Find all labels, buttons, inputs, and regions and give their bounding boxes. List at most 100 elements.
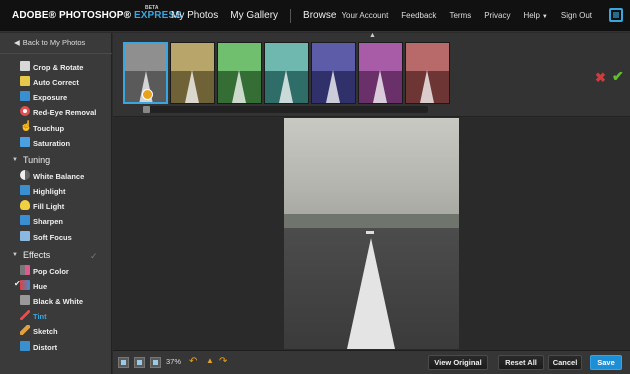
- reset-all-button[interactable]: Reset All: [498, 355, 544, 370]
- tool-label: Red-Eye Removal: [33, 107, 97, 117]
- tool-distort[interactable]: Distort: [20, 341, 58, 353]
- tint-icon: [20, 310, 30, 320]
- photo-sky: [284, 118, 459, 218]
- nav-privacy[interactable]: Privacy: [484, 11, 510, 20]
- tool-soft-focus[interactable]: Soft Focus: [20, 231, 72, 243]
- thumb-sky: [218, 43, 261, 71]
- thumb-sky: [171, 43, 214, 71]
- undo-icon[interactable]: ↶: [189, 356, 197, 367]
- tool-white-balance[interactable]: White Balance: [20, 170, 85, 182]
- brand-name: ADOBE® PHOTOSHOP®: [12, 10, 132, 21]
- account-nav: Your Account Feedback Terms Privacy Help…: [341, 11, 592, 20]
- eye-icon: [20, 106, 30, 116]
- filmstrip-scrollbar[interactable]: [143, 106, 428, 113]
- selected-badge-icon: [142, 89, 153, 100]
- tool-label: Pop Color: [33, 266, 69, 276]
- tool-sharpen[interactable]: Sharpen: [20, 215, 64, 227]
- save-button[interactable]: Save: [590, 355, 622, 370]
- variation-thumbnail[interactable]: [311, 42, 356, 104]
- zoom-actual-icon[interactable]: [134, 357, 145, 368]
- tool-auto-correct[interactable]: Auto Correct: [20, 76, 79, 88]
- triangle-up-icon[interactable]: ▲: [206, 356, 214, 365]
- nav-terms[interactable]: Terms: [449, 11, 471, 20]
- nav-help[interactable]: Help ▼: [523, 11, 547, 20]
- thumb-stripe: [420, 70, 434, 103]
- variation-thumbnail[interactable]: [264, 42, 309, 104]
- section-tuning[interactable]: ▼ Tuning: [12, 154, 50, 166]
- bottom-toolbar: 37% ↶ ▲ ↷ View Original Reset All Cancel…: [113, 350, 630, 374]
- back-to-my-photos-link[interactable]: ◀ Back to My Photos: [14, 38, 85, 47]
- photo-hills: [284, 214, 459, 228]
- tool-black-white[interactable]: Black & White: [20, 295, 84, 307]
- photo-stripe-distant: [366, 231, 374, 234]
- tool-highlight[interactable]: Highlight: [20, 185, 66, 197]
- white-balance-icon: [20, 170, 30, 180]
- soft-focus-icon: [20, 231, 30, 241]
- tool-touchup[interactable]: ☝ Touchup: [20, 122, 64, 134]
- chevron-down-icon: ▼: [541, 14, 548, 20]
- view-original-button[interactable]: View Original: [428, 355, 488, 370]
- tool-fill-light[interactable]: Fill Light: [20, 200, 64, 212]
- nav-my-photos[interactable]: My Photos: [171, 10, 218, 23]
- app-logo[interactable]: ADOBE® PHOTOSHOP® EXPRESS BETA: [12, 5, 182, 21]
- tool-label: Distort: [33, 342, 58, 352]
- section-effects[interactable]: ▼ Effects: [12, 249, 50, 261]
- scrollbar-handle[interactable]: [143, 106, 150, 113]
- tool-label: Auto Correct: [33, 77, 79, 87]
- collapse-arrow-icon[interactable]: ▲: [369, 32, 376, 39]
- thumb-stripe: [279, 70, 293, 103]
- tool-exposure[interactable]: Exposure: [20, 91, 67, 103]
- cancel-effect-icon[interactable]: ✖: [595, 70, 606, 86]
- tool-label: Black & White: [33, 296, 84, 306]
- wand-icon: [20, 76, 30, 86]
- nav-divider: [290, 9, 292, 23]
- tool-pop-color[interactable]: Pop Color: [20, 265, 69, 277]
- tool-saturation[interactable]: Saturation: [20, 137, 71, 149]
- sketch-icon: [20, 325, 30, 335]
- variation-thumbnail[interactable]: [405, 42, 450, 104]
- accept-effect-icon[interactable]: ✔: [612, 68, 624, 85]
- variation-filmstrip: ▲ ✖ ✔: [113, 32, 630, 117]
- tool-label: Saturation: [33, 138, 71, 148]
- thumb-stripe: [232, 70, 246, 103]
- section-label: Tuning: [22, 155, 51, 165]
- sidebar-divider: [0, 53, 112, 54]
- tool-label: White Balance: [33, 171, 85, 181]
- nav-my-gallery[interactable]: My Gallery: [230, 10, 278, 23]
- main-nav: My Photos My Gallery Browse: [171, 9, 336, 23]
- tool-crop-rotate[interactable]: Crop & Rotate: [20, 61, 83, 73]
- tool-label: Highlight: [33, 186, 66, 196]
- zoom-fill-icon[interactable]: [150, 357, 161, 368]
- variation-thumbnail[interactable]: [170, 42, 215, 104]
- tool-sketch[interactable]: Sketch: [20, 325, 58, 337]
- tool-hue[interactable]: Hue: [20, 280, 48, 292]
- variation-thumbnail[interactable]: [123, 42, 168, 104]
- tool-label: Sharpen: [33, 216, 64, 226]
- nav-help-label: Help: [523, 11, 540, 20]
- nav-your-account[interactable]: Your Account: [341, 11, 388, 20]
- nav-browse[interactable]: Browse: [303, 10, 336, 23]
- tool-tint[interactable]: Tint: [20, 310, 47, 322]
- edited-photo[interactable]: [284, 118, 459, 349]
- nav-feedback[interactable]: Feedback: [401, 11, 436, 20]
- chevron-down-icon: ▼: [12, 157, 18, 163]
- photo-canvas: [113, 118, 630, 349]
- fullscreen-icon[interactable]: [609, 8, 623, 22]
- nav-sign-out[interactable]: Sign Out: [561, 11, 592, 20]
- thumb-stripe: [185, 70, 199, 103]
- bulb-icon: [20, 200, 30, 210]
- distort-icon: [20, 341, 30, 351]
- variation-thumbnail[interactable]: [217, 42, 262, 104]
- zoom-fit-icon[interactable]: [118, 357, 129, 368]
- hue-icon: [20, 280, 30, 290]
- tool-label: Soft Focus: [33, 232, 72, 242]
- chevron-down-icon: ▼: [12, 252, 18, 258]
- variation-thumbnail[interactable]: [358, 42, 403, 104]
- cancel-button[interactable]: Cancel: [548, 355, 582, 370]
- photo-center-stripe: [347, 238, 395, 349]
- tool-label: Hue: [33, 281, 48, 291]
- tool-red-eye-removal[interactable]: Red-Eye Removal: [20, 106, 97, 118]
- redo-icon[interactable]: ↷: [219, 356, 227, 367]
- highlight-icon: [20, 185, 30, 195]
- thumb-sky: [265, 43, 308, 71]
